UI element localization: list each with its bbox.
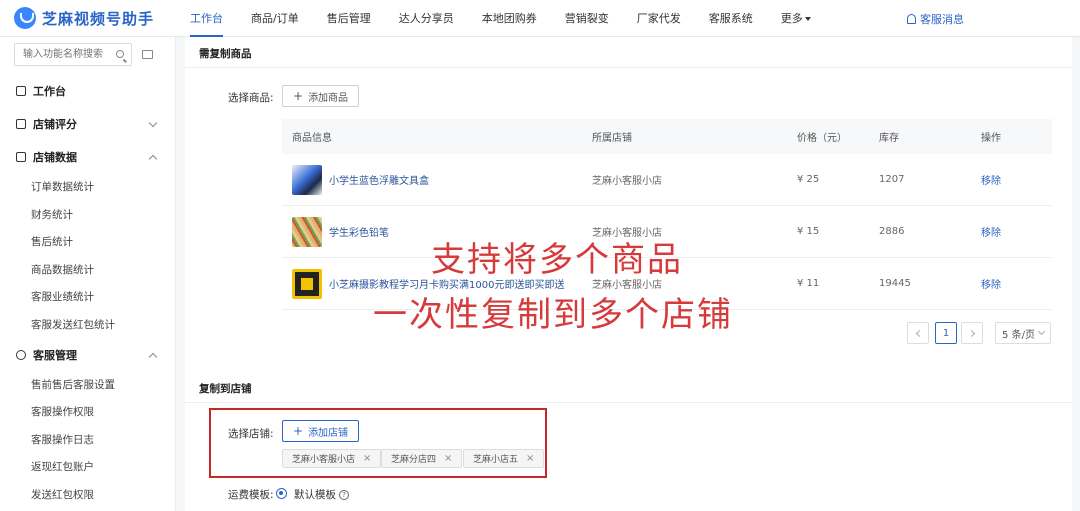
- annotation-line-2: 一次性复制到多个店铺: [373, 295, 733, 335]
- default-template-radio[interactable]: [276, 488, 287, 499]
- remove-link[interactable]: 移除: [981, 224, 1052, 239]
- monitor-icon: [16, 86, 26, 96]
- next-page-button[interactable]: [961, 322, 983, 344]
- add-goods-button[interactable]: + 添加商品: [282, 85, 360, 107]
- nav-marketing[interactable]: 营销裂变: [551, 0, 623, 37]
- nav-workbench[interactable]: 工作台: [176, 0, 237, 37]
- table-header: 商品信息 所属店铺 价格（元） 库存 操作: [282, 119, 1052, 154]
- page-number-current[interactable]: 1: [935, 322, 957, 344]
- main-nav: 工作台 商品/订单 售后管理 达人分享员 本地团购券 营销裂变 厂家代发 客服系…: [176, 0, 825, 37]
- section-title-copy-to-store: 复制到店铺: [199, 383, 252, 395]
- nav-dropship[interactable]: 厂家代发: [623, 0, 695, 37]
- sidebar-item-after-sales-stats[interactable]: 售后统计: [31, 234, 73, 249]
- chevron-up-icon: [148, 352, 158, 362]
- divider: [185, 402, 1072, 403]
- product-name[interactable]: 小学生蓝色浮雕文具盒: [329, 172, 429, 187]
- sidebar-item-goods-stats[interactable]: 商品数据统计: [31, 262, 94, 277]
- column-header: 所属店铺: [592, 133, 632, 144]
- divider: [185, 67, 1072, 68]
- section-title-copy-goods: 需复制商品: [199, 48, 252, 60]
- product-thumbnail: [292, 268, 322, 299]
- cart-icon[interactable]: [142, 50, 153, 59]
- page-size-select[interactable]: 5 条/页: [995, 322, 1051, 344]
- select-goods-label: 选择商品:: [228, 92, 274, 104]
- plus-icon: +: [293, 89, 304, 103]
- product-cell: 小学生蓝色浮雕文具盒: [282, 164, 592, 195]
- sidebar-item-finance-stats[interactable]: 财务统计: [31, 207, 73, 222]
- nav-more-label: 更多: [780, 11, 803, 25]
- bell-icon: [907, 13, 916, 24]
- add-goods-label: 添加商品: [308, 92, 349, 104]
- sidebar-item-red-packet-stats[interactable]: 客服发送红包统计: [31, 317, 115, 332]
- chevron-down-icon: [148, 118, 158, 128]
- main-panel: 需复制商品 选择商品: + 添加商品 商品信息 所属店铺 价格（元） 库存 操作…: [185, 37, 1072, 511]
- chevron-right-icon: [967, 329, 975, 337]
- sidebar-item-workbench[interactable]: 工作台: [0, 81, 176, 101]
- column-header: 价格（元）: [797, 133, 847, 144]
- nav-customer-service[interactable]: 客服系统: [695, 0, 767, 37]
- sidebar-item-store-data[interactable]: 店铺数据: [0, 147, 176, 167]
- column-header: 操作: [981, 133, 1001, 144]
- product-thumbnail: [292, 164, 322, 195]
- stock-cell: 19445: [879, 278, 911, 289]
- nav-after-sales[interactable]: 售后管理: [313, 0, 385, 37]
- sidebar-item-cashback-account[interactable]: 返现红包账户: [31, 459, 94, 474]
- top-bar: 芝麻视频号助手 工作台 商品/订单 售后管理 达人分享员 本地团购券 营销裂变 …: [0, 0, 1080, 37]
- table-row: 小学生蓝色浮雕文具盒 芝麻小客服小店 ¥ 25 1207 移除: [282, 154, 1052, 206]
- data-icon: [16, 152, 26, 162]
- shipping-template-label: 运费模板:: [228, 489, 274, 501]
- product-name[interactable]: 学生彩色铅笔: [329, 224, 389, 239]
- sidebar-item-label: 店铺评分: [33, 118, 77, 131]
- sidebar-item-red-packet-permission[interactable]: 发送红包权限: [31, 487, 94, 502]
- price-cell: ¥ 11: [797, 278, 820, 289]
- sidebar-item-service-performance[interactable]: 客服业绩统计: [31, 289, 94, 304]
- sidebar-item-order-stats[interactable]: 订单数据统计: [31, 179, 94, 194]
- app-title: 芝麻视频号助手: [42, 9, 155, 28]
- price-cell: ¥ 25: [797, 174, 820, 185]
- sidebar-item-service-permissions[interactable]: 客服操作权限: [31, 404, 94, 419]
- prev-page-button[interactable]: [907, 322, 929, 344]
- sidebar: 工作台 店铺评分 店铺数据 订单数据统计 财务统计 售后统计 商品数据统计 客服…: [0, 37, 176, 511]
- sidebar-item-label: 客服管理: [33, 349, 77, 362]
- stock-cell: 1207: [879, 174, 905, 185]
- app-logo[interactable]: 芝麻视频号助手: [0, 7, 176, 29]
- store-icon: [16, 119, 26, 129]
- chevron-up-icon: [148, 154, 158, 164]
- nav-goods-orders[interactable]: 商品/订单: [237, 0, 313, 37]
- sidebar-item-service-settings[interactable]: 售前售后客服设置: [31, 377, 115, 392]
- sidebar-item-label: 工作台: [33, 85, 66, 98]
- remove-link[interactable]: 移除: [981, 172, 1052, 187]
- column-header: 库存: [879, 133, 899, 144]
- store-cell: 芝麻小客服小店: [592, 176, 662, 187]
- goods-table: 商品信息 所属店铺 价格（元） 库存 操作 小学生蓝色浮雕文具盒 芝麻小客服小店…: [282, 119, 1052, 310]
- nav-more[interactable]: 更多: [767, 0, 825, 37]
- default-template-label: 默认模板: [294, 489, 336, 501]
- headset-icon: [16, 350, 26, 360]
- price-cell: ¥ 15: [797, 226, 820, 237]
- service-message-link[interactable]: 客服消息: [907, 0, 964, 37]
- annotation-line-1: 支持将多个商品: [431, 240, 683, 280]
- page-size-value: 5 条/页: [1002, 329, 1035, 341]
- logo-icon: [14, 7, 36, 29]
- highlight-box: [209, 408, 547, 478]
- nav-influencers[interactable]: 达人分享员: [385, 0, 468, 37]
- function-search-input[interactable]: [14, 43, 132, 66]
- sidebar-item-store-rating[interactable]: 店铺评分: [0, 114, 176, 134]
- default-template-option[interactable]: 默认模板?: [294, 487, 349, 502]
- chevron-down-icon: [1037, 327, 1045, 336]
- chevron-left-icon: [915, 329, 923, 337]
- sidebar-item-service-mgmt[interactable]: 客服管理: [0, 345, 176, 365]
- column-header: 商品信息: [292, 133, 332, 144]
- nav-local-coupons[interactable]: 本地团购券: [468, 0, 551, 37]
- help-icon[interactable]: ?: [339, 490, 349, 500]
- sidebar-item-service-logs[interactable]: 客服操作日志: [31, 432, 94, 447]
- sidebar-item-label: 店铺数据: [33, 151, 77, 164]
- caret-down-icon: [804, 16, 811, 21]
- service-message-label: 客服消息: [920, 12, 964, 26]
- stock-cell: 2886: [879, 226, 905, 237]
- product-thumbnail: [292, 216, 322, 247]
- search-icon[interactable]: [116, 50, 124, 58]
- remove-link[interactable]: 移除: [981, 276, 1052, 291]
